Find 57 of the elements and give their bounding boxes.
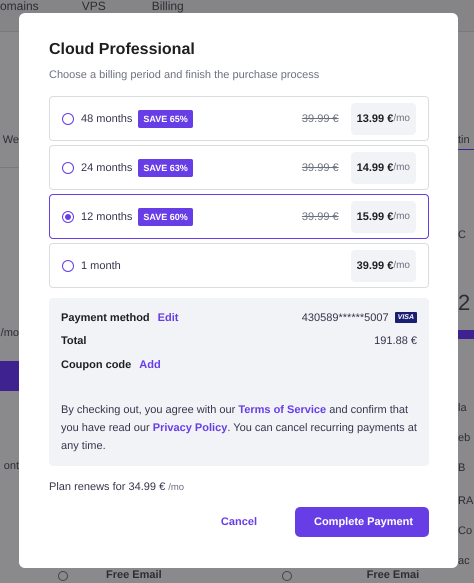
old-price: 39.99 € (302, 210, 339, 222)
discount-badge: SAVE 63% (138, 158, 193, 176)
summary-label: Total (61, 335, 86, 348)
page-text: Free Emai (366, 569, 420, 582)
plan-option[interactable]: 24 months SAVE 63% 39.99 € 14.99 €/mo (49, 145, 429, 190)
summary-value: 191.88 € (374, 335, 417, 348)
plan-option[interactable]: 1 month 39.99 €/mo (49, 243, 429, 288)
price-tag: 14.99 €/mo (350, 152, 416, 184)
terms-link[interactable]: Terms of Service (238, 404, 326, 416)
discount-badge: SAVE 60% (138, 208, 193, 226)
action-link[interactable]: Add (139, 358, 161, 371)
price-tag: 39.99 €/mo (350, 250, 416, 282)
cancel-button[interactable]: Cancel (206, 506, 271, 536)
period-label: 12 months (81, 210, 132, 222)
summary-label: Coupon code (61, 358, 132, 371)
radio-button[interactable] (62, 112, 74, 124)
page-text: Free Email (106, 569, 162, 582)
complete-payment-button[interactable]: Complete Payment (295, 506, 429, 536)
page-text: 2 (458, 290, 472, 316)
info-icon (282, 570, 292, 580)
old-price: 39.99 € (302, 162, 339, 174)
action-link[interactable]: Edit (158, 312, 178, 324)
dialog-title: Cloud Professional (49, 40, 196, 60)
plan-option[interactable]: 48 months SAVE 65% 39.99 € 13.99 €/mo (49, 96, 429, 141)
radio-button[interactable] (62, 162, 74, 174)
page-text: eb (458, 431, 472, 445)
period-label: 24 months (81, 162, 132, 174)
period-label: 1 month (81, 260, 121, 272)
tab-label[interactable]: tin (458, 133, 474, 147)
radio-button[interactable] (62, 260, 74, 272)
nav-link[interactable]: VPS (82, 0, 106, 12)
page-text: /mo (0, 326, 19, 340)
renewal-note: Plan renews for 34.99 € /mo (49, 480, 186, 492)
discount-badge: SAVE 65% (138, 110, 193, 128)
price-tag: 13.99 €/mo (350, 102, 416, 134)
plan-option[interactable]: 12 months SAVE 60% 39.99 € 15.99 €/mo (49, 194, 429, 239)
page-text: C (458, 228, 467, 242)
period-label: 48 months (81, 112, 132, 124)
page-text: RA (458, 494, 474, 508)
terms-notice: By checking out, you agree with our Terms of Service and confirm that you have read our Privacy Policy. You can cancel recurring payments at any time. (61, 402, 417, 454)
info-icon (58, 570, 68, 580)
summary-value: 430589******5007 (302, 312, 389, 324)
tab-label[interactable]: We (2, 133, 19, 147)
page-button[interactable] (458, 330, 474, 339)
price-tag: 15.99 €/mo (350, 200, 416, 232)
summary-label: Payment method (61, 312, 150, 324)
page-text: Co (458, 524, 474, 538)
page-text: la (458, 401, 468, 415)
terms-link[interactable]: Privacy Policy (152, 422, 228, 434)
page-text: B (458, 461, 466, 475)
page-text: ont (4, 459, 19, 473)
page-text: ac (458, 554, 471, 568)
nav-link[interactable]: Billing (152, 0, 184, 12)
radio-button[interactable] (62, 210, 74, 222)
dialog-subtitle: Choose a billing period and finish the purchase process (49, 68, 320, 82)
nav-link[interactable]: omains (0, 0, 39, 12)
old-price: 39.99 € (302, 112, 339, 124)
